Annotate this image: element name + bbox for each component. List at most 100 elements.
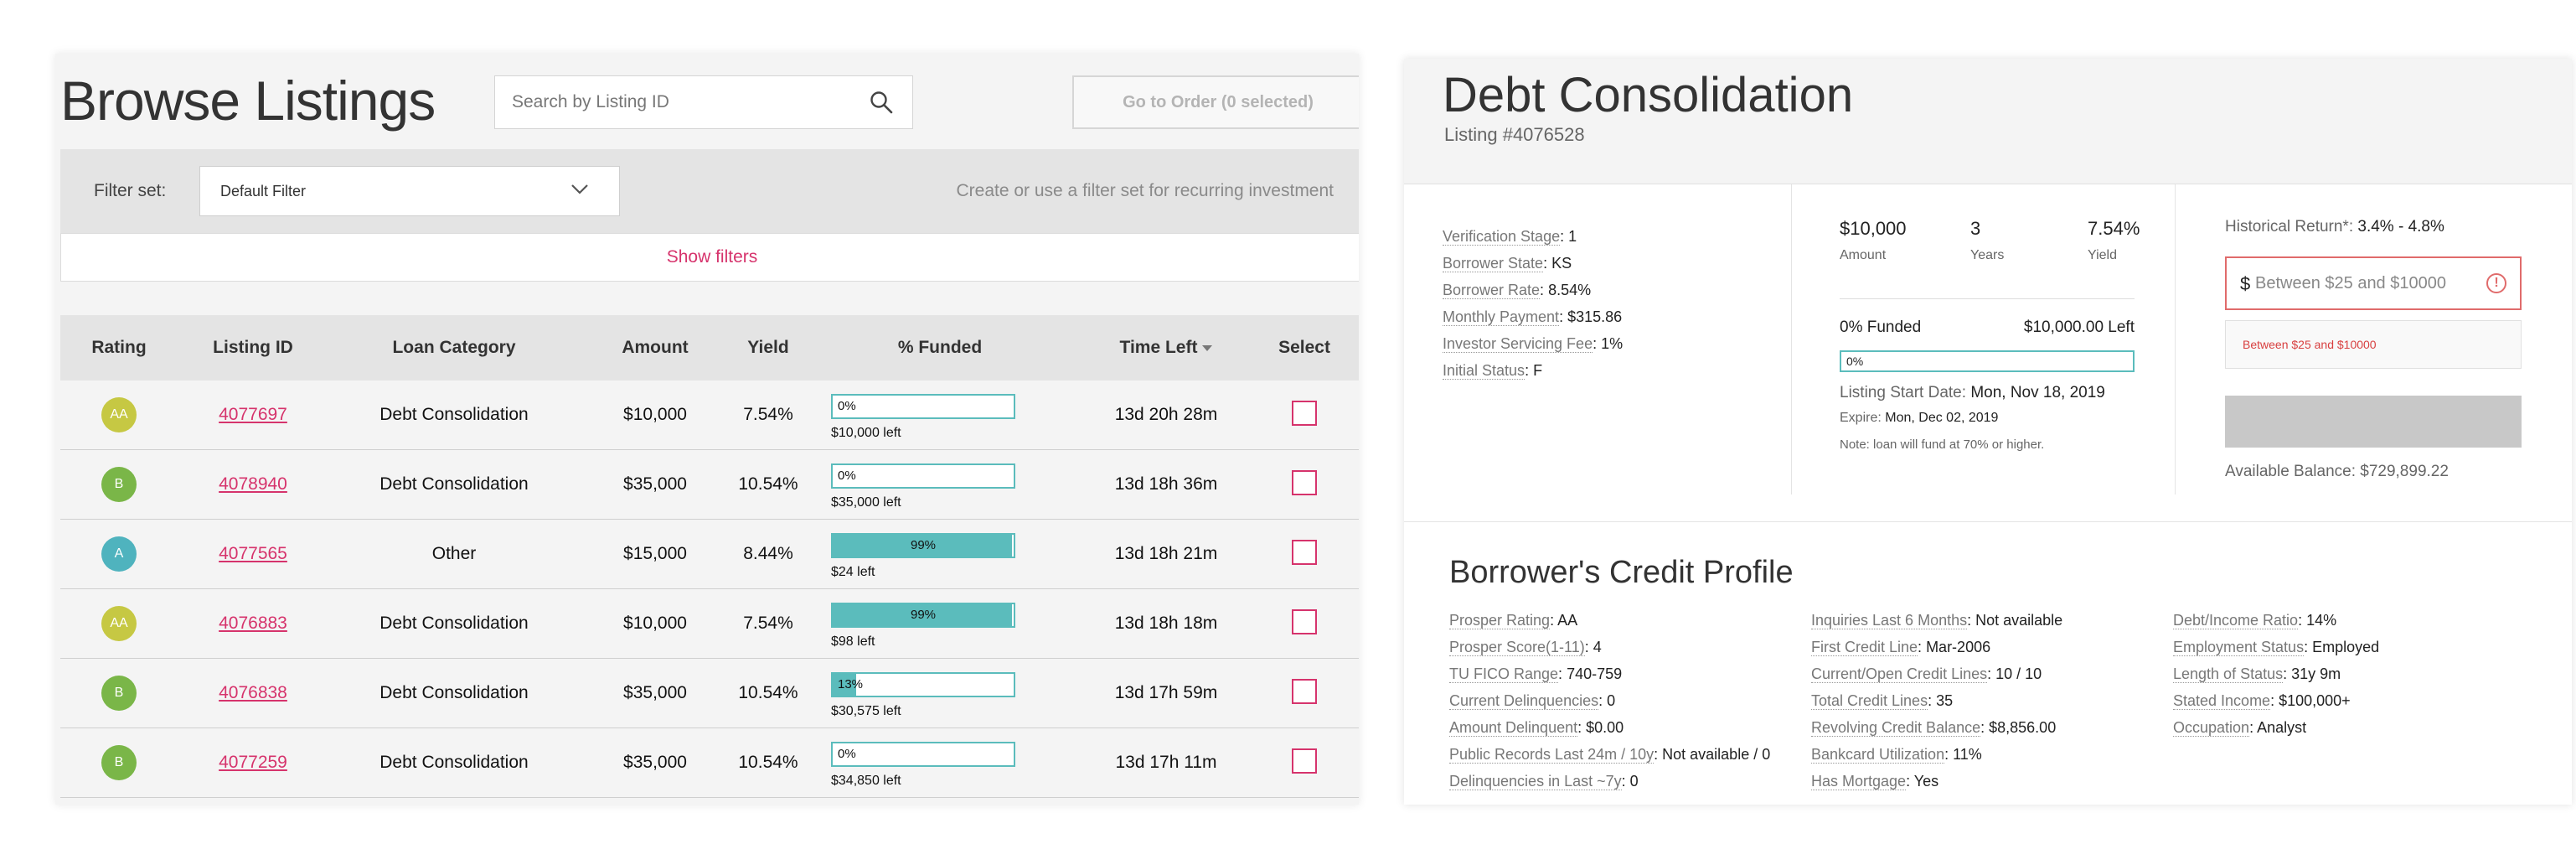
listing-id-cell: 4077259 xyxy=(186,728,320,797)
go-to-order-button[interactable]: Go to Order (0 selected) xyxy=(1072,75,1359,129)
info-row: Initial Status: F xyxy=(1443,362,1543,380)
amount: $10,000 xyxy=(623,614,687,633)
table-row[interactable]: B 4077259 Debt Consolidation $35,000 10.54% 0… xyxy=(60,728,1359,798)
funded-percent-label: 99% xyxy=(910,608,937,622)
info-label: Length of Status xyxy=(2173,665,2284,683)
info-label: Initial Status xyxy=(1443,362,1525,380)
info-value: 10 / 10 xyxy=(1995,665,2042,682)
info-row: Inquiries Last 6 Months: Not available xyxy=(1811,612,2063,629)
listing-id-link[interactable]: 4077259 xyxy=(219,753,287,772)
info-label: Has Mortgage xyxy=(1811,773,1907,790)
info-value: $315.86 xyxy=(1567,308,1623,325)
stat-yield-value: 7.54% xyxy=(2088,218,2140,239)
rating-badge: AA xyxy=(101,397,137,432)
funded-cell: 0% $10,000 left xyxy=(831,394,1015,441)
listing-id-link[interactable]: 4076838 xyxy=(219,683,287,702)
info-row: Investor Servicing Fee: 1% xyxy=(1443,335,1624,353)
divider xyxy=(1404,521,2572,522)
info-row: Employment Status: Employed xyxy=(2173,639,2380,656)
col-header-rating[interactable]: Rating xyxy=(77,315,161,381)
info-row: Has Mortgage: Yes xyxy=(1811,773,1939,790)
select-checkbox[interactable] xyxy=(1292,748,1317,774)
table-row[interactable]: A 4077565 Other $15,000 8.44% 99% $24 left 13d … xyxy=(60,520,1359,589)
table-row[interactable]: B 4076838 Debt Consolidation $35,000 10.54% 1… xyxy=(60,659,1359,728)
listing-id-link[interactable]: 4078940 xyxy=(219,474,287,494)
info-value: 8.54% xyxy=(1548,282,1592,298)
search-icon[interactable] xyxy=(869,90,894,115)
select-checkbox[interactable] xyxy=(1292,470,1317,495)
select-checkbox[interactable] xyxy=(1292,609,1317,634)
funded-progress-bar: 0% xyxy=(831,394,1015,419)
funded-percent-label: 0% xyxy=(838,469,856,483)
info-label: Delinquencies in Last ~7y xyxy=(1449,773,1622,790)
invest-button[interactable] xyxy=(2225,396,2522,448)
stat-years: 3 Years xyxy=(1970,218,2004,263)
listing-id-cell: 4077697 xyxy=(186,381,320,449)
col-header-yield[interactable]: Yield xyxy=(722,315,814,381)
listing-id-cell: 4077565 xyxy=(186,520,320,588)
yield: 10.54% xyxy=(738,474,798,494)
filter-set-hint: Create or use a filter set for recurring… xyxy=(956,181,1334,200)
listings-table: Rating Listing ID Loan Category Amount Y… xyxy=(60,315,1359,798)
info-label: Borrower Rate xyxy=(1443,282,1541,299)
select-checkbox[interactable] xyxy=(1292,679,1317,704)
info-row: Public Records Last 24m / 10y: Not avail… xyxy=(1449,746,1771,764)
col-header-select[interactable]: Select xyxy=(1258,315,1350,381)
page-title: Browse Listings xyxy=(60,70,436,132)
select-checkbox[interactable] xyxy=(1292,401,1317,426)
time-left: 13d 18h 18m xyxy=(1114,614,1218,633)
listing-id-link[interactable]: 4077697 xyxy=(219,405,287,424)
table-row[interactable]: AA 4077697 Debt Consolidation $10,000 7.54% 0… xyxy=(60,381,1359,450)
table-row[interactable]: AA 4076883 Debt Consolidation $10,000 7.54% 9… xyxy=(60,589,1359,659)
info-value: 4 xyxy=(1593,639,1602,655)
stat-yield-label: Yield xyxy=(2088,248,2117,262)
info-value: AA xyxy=(1557,612,1578,629)
filter-set-dropdown[interactable]: Default Filter xyxy=(199,166,620,216)
select-checkbox[interactable] xyxy=(1292,540,1317,565)
table-row[interactable]: B 4078940 Debt Consolidation $35,000 10.54% 0… xyxy=(60,450,1359,520)
invest-amount-field[interactable]: $ ! xyxy=(2225,256,2522,310)
info-row: Occupation: Analyst xyxy=(2173,719,2307,737)
browse-listings-panel: Browse Listings Go to Order (0 selected)… xyxy=(55,54,1359,805)
search-input[interactable] xyxy=(495,76,847,128)
info-row: Length of Status: 31y 9m xyxy=(2173,665,2341,683)
col-header-funded[interactable]: % Funded xyxy=(831,315,1049,381)
col-header-amount[interactable]: Amount xyxy=(605,315,705,381)
funded-summary: 0% Funded $10,000.00 Left xyxy=(1840,318,2135,337)
listing-id-link[interactable]: 4077565 xyxy=(219,544,287,563)
funded-percent-label: 0% xyxy=(838,747,856,761)
detail-header: Debt Consolidation Listing #4076528 xyxy=(1404,59,2572,184)
funded-percent-label: 13% xyxy=(838,677,864,691)
col-header-time-left[interactable]: Time Left xyxy=(1091,315,1242,381)
col-header-listing-id[interactable]: Listing ID xyxy=(186,315,320,381)
stat-years-label: Years xyxy=(1970,248,2005,262)
stat-amount-value: $10,000 xyxy=(1840,218,1907,239)
stat-years-value: 3 xyxy=(1970,218,1981,239)
amount: $35,000 xyxy=(623,753,687,772)
time-left: 13d 20h 28m xyxy=(1114,405,1218,424)
info-label: TU FICO Range xyxy=(1449,665,1559,683)
invest-amount-input[interactable] xyxy=(2255,258,2481,308)
info-value: Yes xyxy=(1913,773,1939,790)
funded-progress-bar: 0% xyxy=(831,463,1015,489)
listing-start-label: Listing Start Date: xyxy=(1840,384,1967,401)
listing-id-link[interactable]: 4076883 xyxy=(219,614,287,633)
col-header-loan-category[interactable]: Loan Category xyxy=(345,315,563,381)
loan-category: Debt Consolidation xyxy=(379,405,529,424)
info-row: Debt/Income Ratio: 14% xyxy=(2173,612,2337,629)
listing-id-cell: 4076883 xyxy=(186,589,320,658)
sort-down-icon xyxy=(1202,344,1213,351)
info-value: KS xyxy=(1551,255,1572,272)
search-box[interactable] xyxy=(494,75,913,129)
funded-cell: 13% $30,575 left xyxy=(831,672,1015,719)
yield: 7.54% xyxy=(743,614,793,633)
amount: $35,000 xyxy=(623,683,687,702)
info-value: 0 xyxy=(1607,692,1616,709)
info-value: $0.00 xyxy=(1586,719,1624,736)
info-value: 11% xyxy=(1953,746,1982,763)
info-row: Monthly Payment: $315.86 xyxy=(1443,308,1623,326)
show-filters-link[interactable]: Show filters xyxy=(60,233,1359,282)
funded-progress-bar: 13% xyxy=(831,672,1015,697)
loan-category: Other xyxy=(431,544,477,563)
funded-progress-bar: 99% xyxy=(831,603,1015,628)
